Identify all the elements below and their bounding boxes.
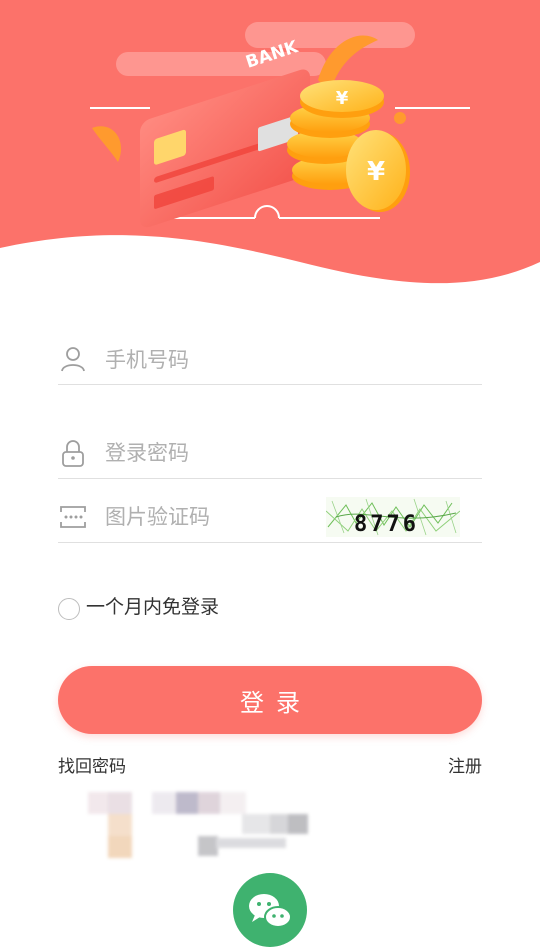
login-button[interactable]: 登录: [58, 666, 482, 734]
password-field: [58, 428, 482, 479]
coin-symbol-side: ¥: [367, 157, 385, 187]
remember-me-option[interactable]: 一个月内免登录: [58, 590, 219, 620]
register-link[interactable]: 注册: [448, 752, 482, 777]
coin-symbol-top: ¥: [336, 88, 349, 109]
hero-banner: BANK ¥ ¥: [0, 0, 540, 290]
captcha-field: 8776: [58, 494, 482, 543]
phone-input[interactable]: [105, 343, 345, 377]
wechat-icon: [249, 894, 292, 928]
forgot-password-link[interactable]: 找回密码: [58, 752, 126, 777]
password-input[interactable]: [105, 436, 345, 470]
hero-illustration: BANK ¥ ¥: [0, 0, 540, 284]
captcha-icon: [58, 502, 88, 532]
captcha-input[interactable]: [105, 500, 345, 534]
phone-field: [58, 336, 482, 385]
remember-me-radio[interactable]: [58, 598, 80, 620]
captcha-image[interactable]: 8776: [325, 497, 461, 537]
mosaic-placeholder: [86, 790, 356, 862]
remember-me-label: 一个月内免登录: [86, 595, 220, 618]
captcha-text: 8776: [354, 512, 419, 537]
wechat-login-button[interactable]: [233, 873, 307, 947]
lock-icon: [58, 438, 88, 468]
user-icon: [58, 344, 88, 374]
